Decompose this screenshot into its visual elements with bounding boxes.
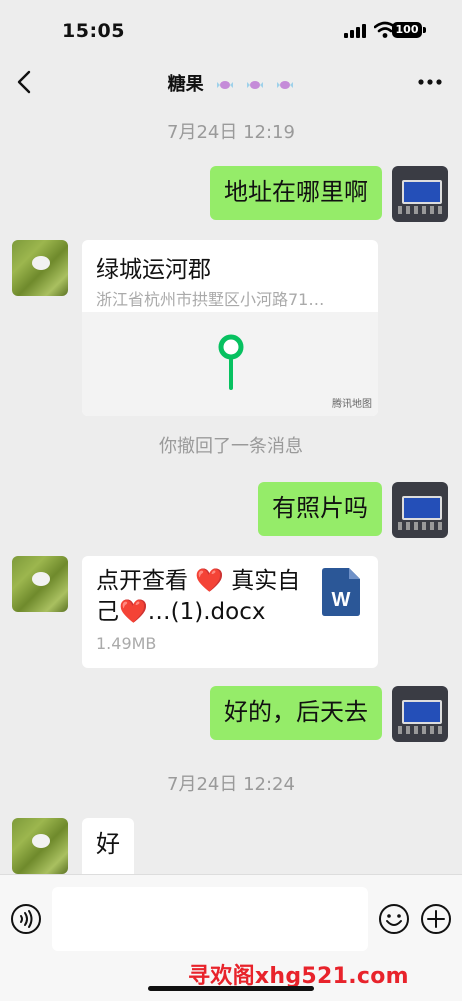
- status-bar: 15:05 100: [0, 0, 462, 56]
- message-bubble-other[interactable]: 好: [82, 818, 134, 874]
- add-attachment-icon[interactable]: [420, 903, 452, 935]
- message-bubble-self[interactable]: 有照片吗: [258, 482, 382, 536]
- candy-icon: [277, 81, 294, 89]
- file-card[interactable]: 点开查看 ❤️ 真实自己❤️…(1).docx 1.49MB W: [82, 556, 378, 668]
- battery-icon: 100: [392, 22, 422, 38]
- timestamp: 7月24日 12:19: [167, 122, 295, 143]
- recall-notice: 你撤回了一条消息: [159, 436, 303, 457]
- status-time: 15:05: [62, 20, 125, 42]
- self-avatar[interactable]: [392, 166, 448, 222]
- emoji-icon[interactable]: [378, 903, 410, 935]
- location-card[interactable]: 绿城运河郡 浙江省杭州市拱墅区小河路71… 腾讯地图: [82, 240, 378, 416]
- message-bubble-self[interactable]: 好的，后天去: [210, 686, 382, 740]
- more-options-icon[interactable]: [416, 71, 444, 93]
- voice-input-icon[interactable]: [10, 903, 42, 935]
- contact-avatar[interactable]: [12, 818, 68, 874]
- location-name: 绿城运河郡: [96, 257, 211, 283]
- battery-cap: [423, 27, 426, 33]
- timestamp: 7月24日 12:24: [167, 774, 295, 795]
- message-input[interactable]: [52, 887, 368, 951]
- location-address: 浙江省杭州市拱墅区小河路71…: [96, 290, 325, 309]
- chat-header: 糖果: [0, 56, 462, 108]
- self-avatar[interactable]: [392, 686, 448, 742]
- map-provider-label: 腾讯地图: [332, 399, 372, 410]
- self-avatar[interactable]: [392, 482, 448, 538]
- home-indicator[interactable]: [148, 986, 314, 991]
- word-document-icon: W: [322, 568, 360, 616]
- contact-avatar[interactable]: [12, 556, 68, 612]
- file-size: 1.49MB: [96, 634, 157, 653]
- svg-text:W: W: [332, 589, 351, 611]
- location-map-preview: 腾讯地图: [82, 312, 378, 416]
- candy-icon: [247, 81, 264, 89]
- file-name: 点开查看 ❤️ 真实自己❤️…(1).docx: [96, 568, 301, 625]
- map-pin-icon: [218, 334, 244, 390]
- contact-name: 糖果: [167, 74, 204, 95]
- candy-icon: [216, 81, 233, 89]
- cellular-signal-icon: [344, 24, 366, 38]
- message-bubble-self[interactable]: 地址在哪里啊: [210, 166, 382, 220]
- chat-title: 糖果: [0, 70, 462, 96]
- contact-avatar[interactable]: [12, 240, 68, 296]
